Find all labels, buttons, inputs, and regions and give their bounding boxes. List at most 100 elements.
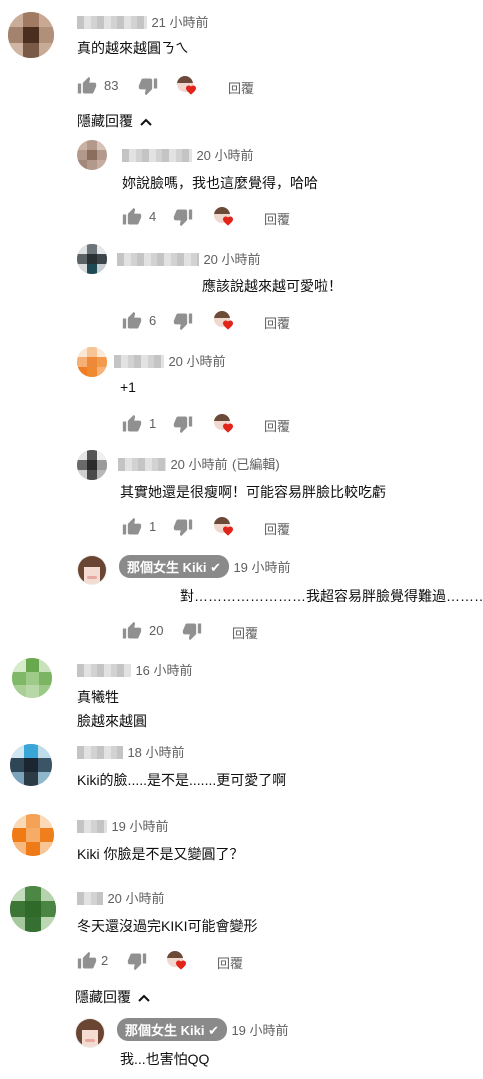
comment-text-line-2: 臉越來越圓 [77,713,147,729]
hide-replies-toggle[interactable]: 隱藏回覆 [75,987,151,1007]
reply-button[interactable]: 回覆 [264,313,290,332]
check-icon: ✔ [210,560,221,575]
author-name-blurred[interactable] [77,892,103,906]
thumbs-down-icon[interactable] [173,311,193,331]
comment-header: 20 小時前 (已編輯) [118,454,280,472]
comment-actions: 2 回覆 [77,951,277,971]
comment-actions: 6 回覆 [122,311,322,331]
comment-actions: 1 回覆 [122,517,322,537]
comment-time[interactable]: 20 小時前 [107,891,164,906]
thumbs-down-icon[interactable] [127,951,147,971]
creator-heart-icon [214,207,234,227]
comment-time[interactable]: 21 小時前 [151,15,208,30]
creator-heart-icon [177,76,197,96]
thumbs-up-icon[interactable] [77,76,97,96]
comment-time[interactable]: 20 小時前 [168,354,225,369]
avatar[interactable] [12,814,54,856]
comment-time[interactable]: 19 小時前 [111,819,168,834]
comment-header: 21 小時前 [77,12,209,30]
creator-name-chip[interactable]: 那個女生 Kiki ✔ [117,1018,227,1041]
comment-text: Kiki的臉.....是不是.......更可愛了啊 [77,772,287,788]
thumbs-down-icon[interactable] [182,621,202,641]
comment-actions: 20 回覆 [122,621,282,641]
comment-text-line-1: 真犧牲 [77,689,119,705]
thumbs-down-icon[interactable] [138,76,158,96]
author-name-blurred[interactable] [77,16,147,30]
like-count: 1 [149,416,157,431]
comment-text: 妳說臉嗎，我也這麼覺得，哈哈 [122,175,318,191]
comment-header: 20 小時前 [114,351,226,369]
comment-header: 19 小時前 [77,816,169,834]
thumbs-down-icon[interactable] [173,207,193,227]
thumbs-down-icon[interactable] [173,517,193,537]
like-count: 4 [149,209,157,224]
comment-time[interactable]: 16 小時前 [135,663,192,678]
comment-text: 其實她還是很瘦啊！可能容易胖臉比較吃虧 [120,484,386,500]
comment-header: 20 小時前 [77,888,165,906]
reply-button[interactable]: 回覆 [264,519,290,538]
comment-header: 那個女生 Kiki ✔ 19 小時前 [117,1018,289,1041]
comment-text: 冬天還沒過完KIKI可能會變形 [77,918,258,934]
reply-button[interactable]: 回覆 [264,209,290,228]
thumbs-up-icon[interactable] [122,621,142,641]
author-name-blurred[interactable] [117,253,199,267]
comment-header: 20 小時前 [122,145,254,163]
avatar[interactable] [8,12,54,58]
creator-name: 那個女生 Kiki [127,560,207,575]
comment-header: 20 小時前 [117,249,261,267]
author-name-blurred[interactable] [122,149,192,163]
avatar[interactable] [12,658,52,698]
comment-time[interactable]: 20 小時前 [170,457,227,472]
creator-heart-icon [167,951,187,971]
avatar[interactable] [77,244,107,274]
author-name-blurred[interactable] [118,458,166,472]
author-name-blurred[interactable] [77,746,123,760]
reply-button[interactable]: 回覆 [228,78,254,97]
comment-text: 真的越來越圓ㄋㄟ [77,40,189,56]
reply-button[interactable]: 回覆 [217,953,243,972]
hide-replies-toggle[interactable]: 隱藏回覆 [77,111,153,131]
channel-avatar[interactable] [77,555,107,585]
thumbs-down-icon[interactable] [173,414,193,434]
author-name-blurred[interactable] [77,820,107,834]
comment-actions: 1 回覆 [122,414,322,434]
chevron-up-icon [138,994,150,1003]
creator-name-chip[interactable]: 那個女生 Kiki ✔ [119,555,229,578]
creator-name: 那個女生 Kiki [125,1023,205,1038]
avatar[interactable] [77,450,107,480]
thumbs-up-icon[interactable] [122,517,142,537]
comment-header: 18 小時前 [77,742,185,760]
thumbs-up-icon[interactable] [122,311,142,331]
chevron-up-icon [140,118,152,127]
like-count: 20 [149,623,164,638]
creator-heart-icon [214,517,234,537]
avatar[interactable] [77,140,107,170]
like-count: 2 [101,953,109,968]
like-count: 1 [149,519,157,534]
thumbs-up-icon[interactable] [122,207,142,227]
comment-time[interactable]: 20 小時前 [196,148,253,163]
like-count: 83 [104,78,119,93]
avatar[interactable] [10,744,52,786]
reply-button[interactable]: 回覆 [264,416,290,435]
channel-avatar[interactable] [75,1018,105,1048]
comment-text: +1 [120,379,136,395]
check-icon: ✔ [208,1023,219,1038]
avatar[interactable] [10,886,56,932]
thumbs-up-icon[interactable] [77,951,97,971]
author-name-blurred[interactable] [114,355,164,369]
creator-heart-icon [214,414,234,434]
comment-header: 那個女生 Kiki ✔ 19 小時前 [119,555,291,578]
comment-time[interactable]: 19 小時前 [233,560,290,575]
avatar[interactable] [77,347,107,377]
comment-time[interactable]: 19 小時前 [231,1023,288,1038]
thumbs-up-icon[interactable] [122,414,142,434]
reply-button[interactable]: 回覆 [232,623,258,642]
edited-label: (已編輯) [231,457,280,472]
comment-time[interactable]: 18 小時前 [127,745,184,760]
author-name-blurred[interactable] [77,664,131,678]
comment-time[interactable]: 20 小時前 [203,252,260,267]
comment-actions: 83 回覆 [77,76,307,96]
like-count: 6 [149,313,157,328]
hide-replies-label: 隱藏回覆 [77,113,133,129]
